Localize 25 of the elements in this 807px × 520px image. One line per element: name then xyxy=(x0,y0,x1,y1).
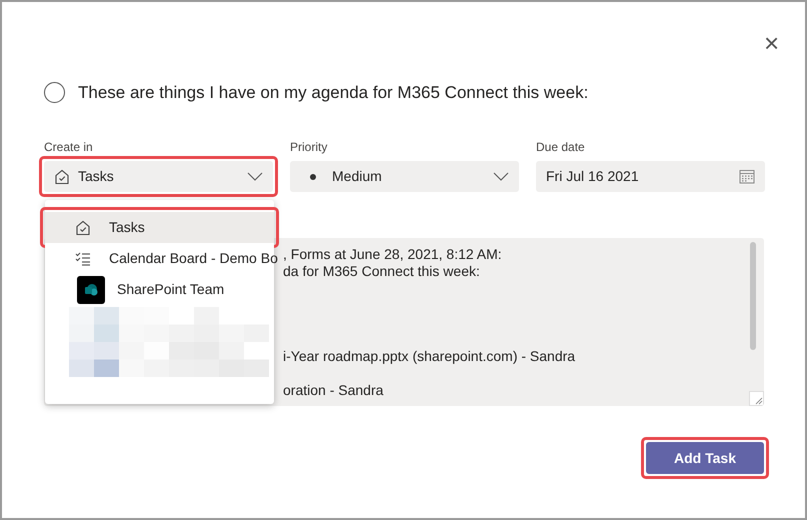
resize-grip-icon[interactable] xyxy=(749,391,764,406)
bullet-icon xyxy=(310,174,316,180)
add-task-button[interactable]: Add Task xyxy=(646,442,764,474)
calendar-icon[interactable] xyxy=(739,169,755,184)
notes-line: , Forms at June 28, 2021, 8:12 AM: xyxy=(283,246,502,263)
chevron-down-icon xyxy=(247,172,263,181)
close-button[interactable]: × xyxy=(764,30,780,56)
notes-line: oration - Sandra xyxy=(283,382,384,399)
task-title: These are things I have on my agenda for M365 Connect this week: xyxy=(78,82,588,104)
notes-line: da for M365 Connect this week: xyxy=(283,263,480,280)
date-field[interactable]: Fri Jul 16 2021 xyxy=(536,161,765,192)
task-icon xyxy=(54,168,70,184)
field-label: Priority xyxy=(290,139,328,156)
dropdown[interactable]: Medium xyxy=(290,161,519,192)
menu-item[interactable]: SharePoint Team xyxy=(45,274,274,305)
task-icon xyxy=(75,220,91,236)
chevron-down-icon xyxy=(493,172,509,181)
checklist-icon xyxy=(75,252,91,266)
task-checkbox[interactable] xyxy=(44,82,65,104)
menu-item[interactable]: Tasks xyxy=(45,212,274,243)
team-logo-icon xyxy=(77,276,105,304)
dropdown[interactable]: Tasks xyxy=(44,161,273,192)
field-label: Due date xyxy=(536,139,586,156)
field-label: Create in xyxy=(44,139,94,156)
notes-line: i-Year roadmap.pptx (sharepoint.com) - Sandra xyxy=(283,348,576,365)
